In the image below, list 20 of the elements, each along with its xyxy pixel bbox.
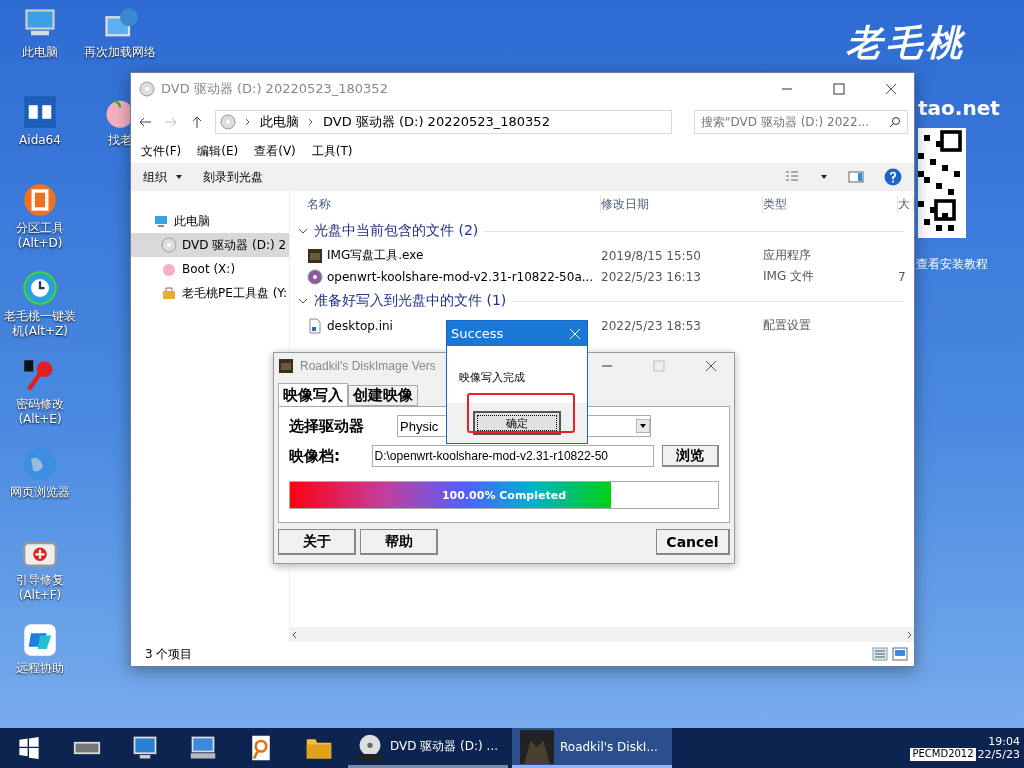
window-title: Roadkil's DiskImage Vers — [300, 359, 437, 373]
status-text: 3 个项目 — [145, 645, 193, 663]
file-type: 配置设置 — [763, 317, 812, 334]
dialog-title: Success — [451, 326, 504, 341]
window-title: DVD 驱动器 (D:) 20220523_180352 — [161, 80, 389, 98]
field-label: 映像档: — [289, 446, 341, 466]
clock-time: 19:04 — [988, 735, 1020, 748]
dialog-message: 映像写入完成 — [458, 370, 526, 386]
file-type: IMG 文件 — [763, 268, 815, 285]
tray-tag: PECMD2012 — [910, 748, 976, 761]
progress-text: 100.00% Completed — [440, 487, 568, 504]
brand-site: tao.net — [918, 96, 1000, 120]
brand-logo: 老毛桃 — [846, 20, 966, 65]
file-size: 7 — [898, 269, 907, 284]
file-date: 2019/8/15 15:50 — [601, 248, 702, 263]
file-type: 应用程序 — [763, 247, 812, 264]
field-label: 选择驱动器 — [289, 416, 365, 436]
clock-date: 22/5/23 — [977, 748, 1020, 761]
file-date: 2022/5/23 16:13 — [601, 269, 702, 284]
file-date: 2022/5/23 18:53 — [601, 318, 702, 333]
